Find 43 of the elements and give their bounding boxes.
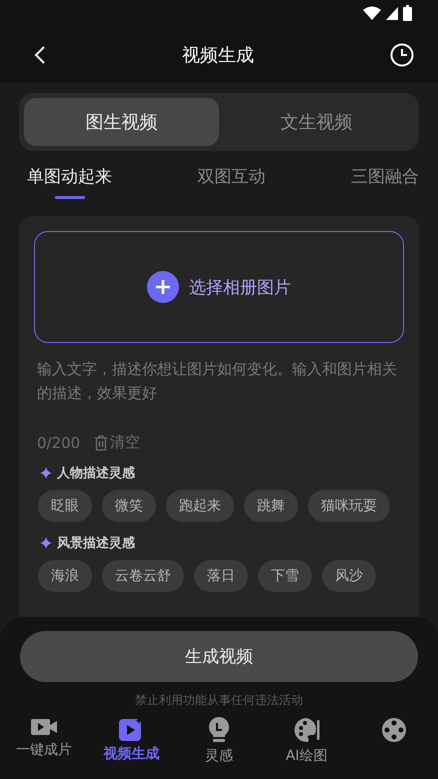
plus-icon [147,271,179,303]
suggestion-chip[interactable]: 跑起来 [166,490,234,522]
page-title: 视频生成 [181,44,255,66]
sub-tab[interactable]: 单图动起来 [27,161,112,205]
nav-item[interactable]: 一键成片 [0,717,88,765]
suggestion-chip[interactable]: 海浪 [38,560,92,592]
history-icon[interactable] [390,42,414,66]
sparkle-icon [40,537,52,549]
section-title: 人物描述灵感 [57,465,135,482]
palette-icon [294,717,320,743]
prompt-field[interactable]: 输入文字，描述你想让图片如何变化。输入和图片相关的描述，效果更好 [34,357,404,429]
sub-tab[interactable]: 双图互动 [198,161,266,205]
suggestion-chip[interactable]: 风沙 [322,560,376,592]
nav-item[interactable]: 灵感 [175,717,263,765]
suggestion-chip[interactable]: 落日 [194,560,248,592]
nav-item[interactable]: AI绘图 [262,717,350,765]
mode-tab[interactable]: 图生视频 [24,98,219,146]
sparkle-icon [40,467,52,479]
suggestion-chip[interactable]: 猫咪玩耍 [308,490,390,522]
signal-icon [386,6,398,20]
generate-button[interactable]: 生成视频 [20,631,418,682]
play-sparkle-icon [119,717,144,741]
upload-label: 选择相册图片 [189,276,291,298]
char-counter: 0/200 [37,434,80,452]
wifi-icon [363,6,381,20]
disclaimer-text: 禁止利用功能从事任何违法活动 [135,692,303,709]
clear-button[interactable]: 清空 [94,433,140,452]
nav-item[interactable]: 视频生成 [88,717,176,765]
suggestion-chip[interactable]: 跳舞 [244,490,298,522]
suggestion-chip[interactable]: 云卷云舒 [102,560,184,592]
sub-tab[interactable]: 三图融合 [351,161,419,205]
trash-icon [94,434,108,450]
suggestion-chip[interactable]: 眨眼 [38,490,92,522]
section-title: 风景描述灵感 [57,535,135,552]
lightbulb-icon [208,717,230,743]
suggestion-chip[interactable]: 微笑 [102,490,156,522]
suggestion-chip[interactable]: 下雪 [258,560,312,592]
mode-tab[interactable]: 文生视频 [219,98,414,146]
back-icon[interactable] [34,44,46,64]
video-camera-icon [30,717,57,737]
film-reel-icon [381,717,408,743]
battery-icon [403,5,412,21]
upload-area[interactable]: 选择相册图片 [34,231,404,343]
